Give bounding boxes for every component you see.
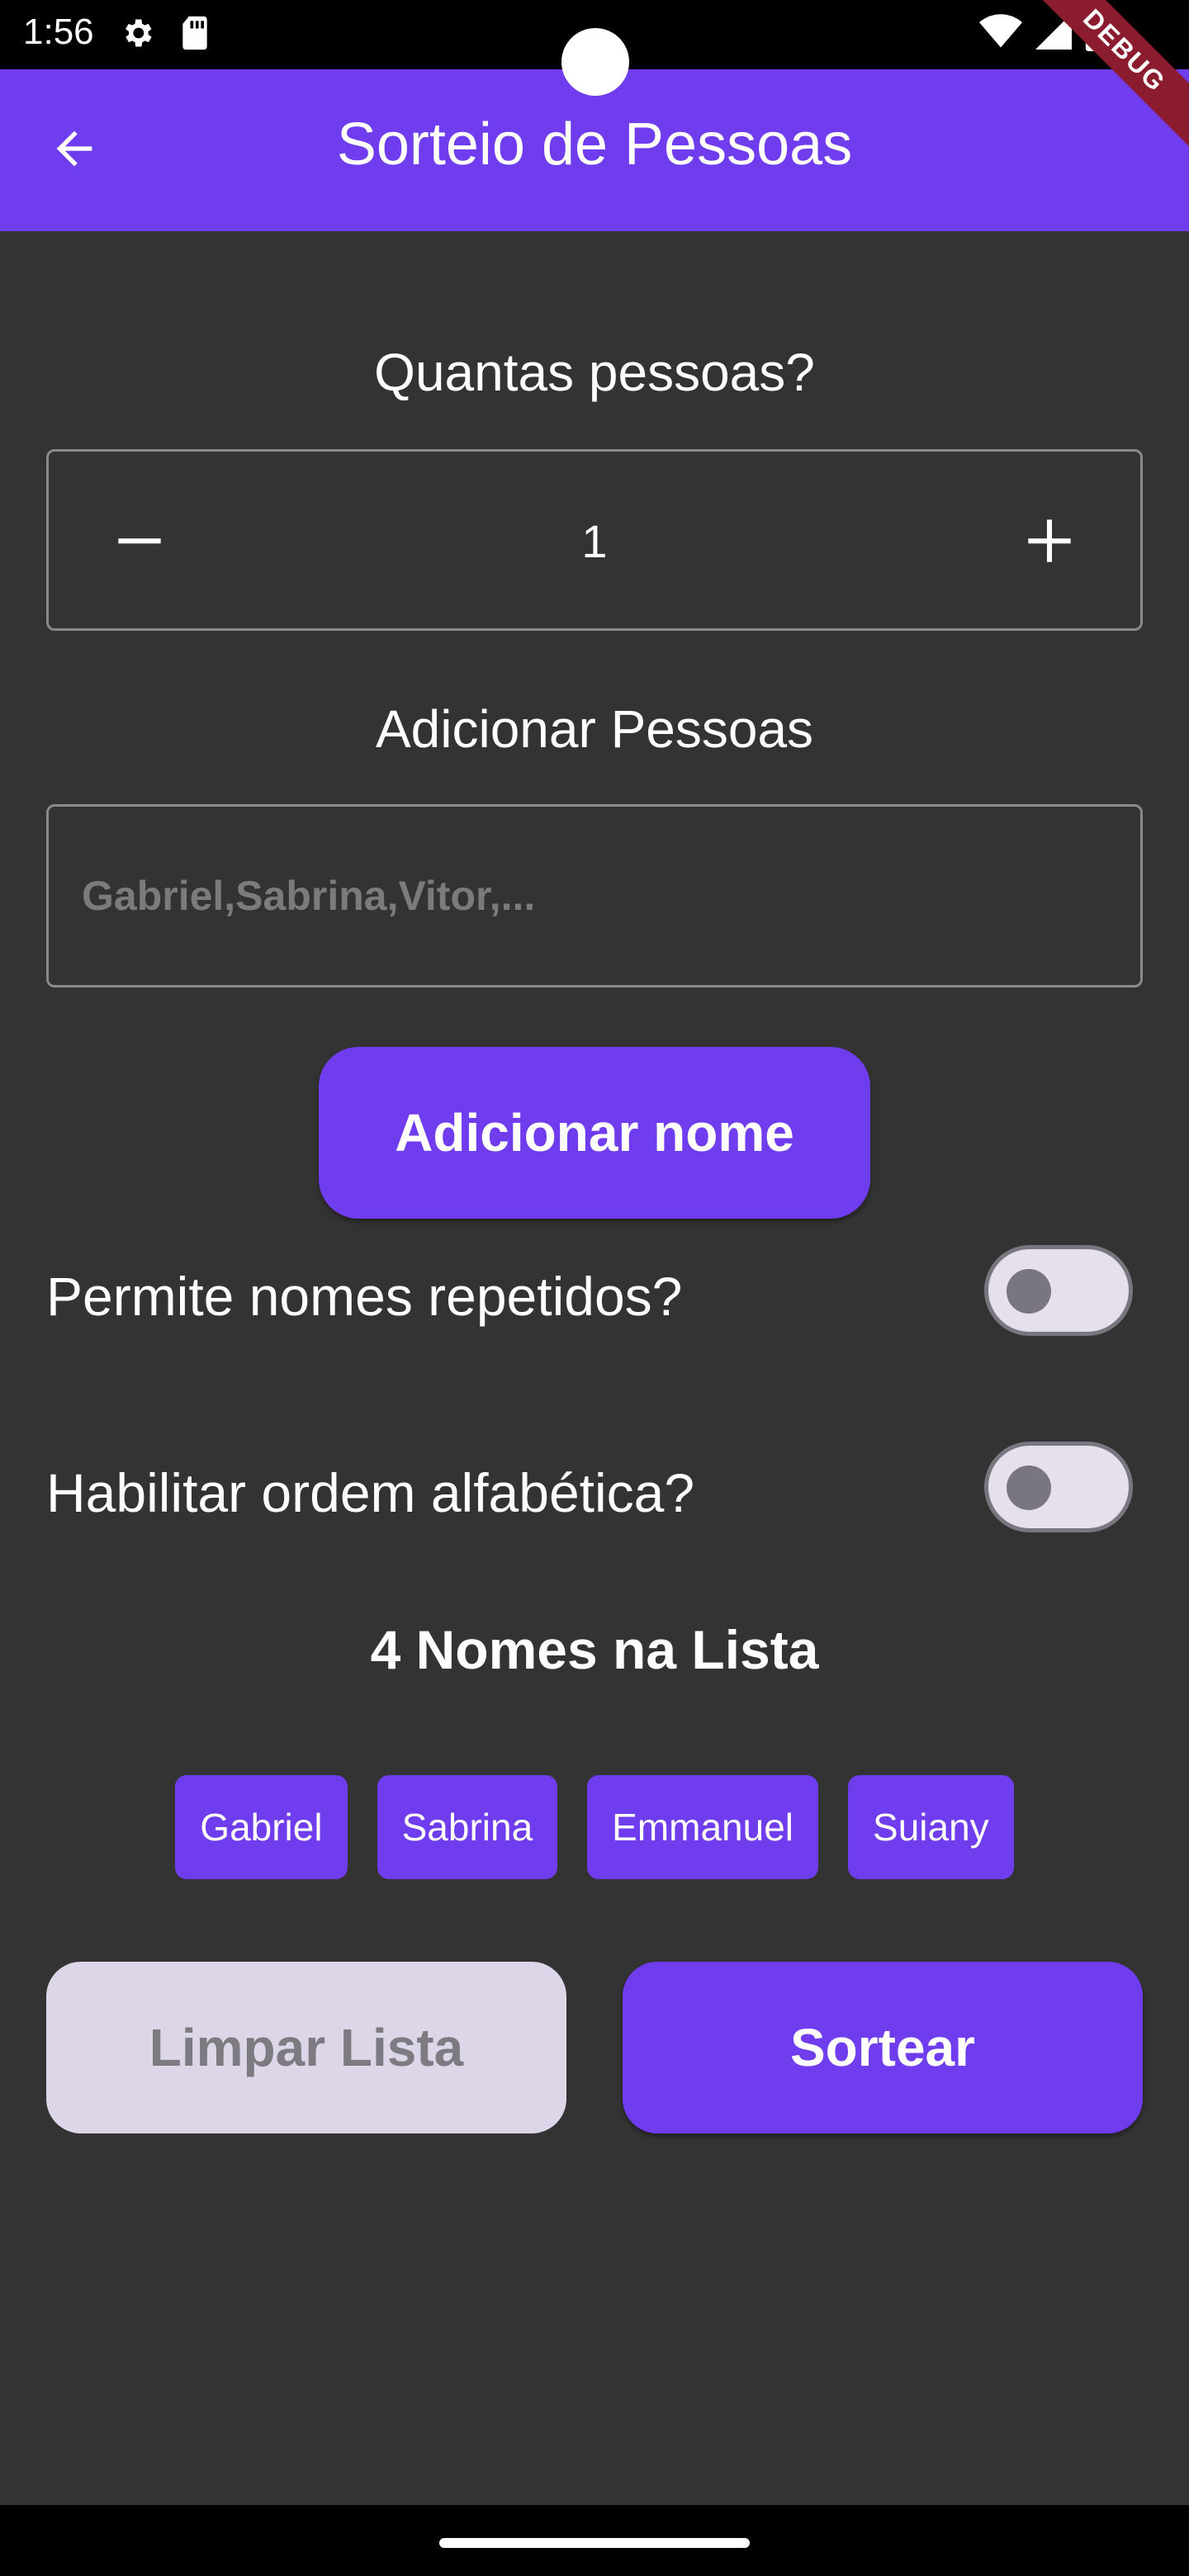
- quantity-stepper: 1: [46, 449, 1143, 631]
- allow-repeated-switch[interactable]: [984, 1245, 1133, 1336]
- increment-button[interactable]: [1008, 501, 1091, 584]
- alphabetical-switch[interactable]: [984, 1442, 1133, 1532]
- allow-repeated-row: Permite nomes repetidos?: [46, 1242, 1143, 1341]
- quantity-heading: Quantas pessoas?: [374, 343, 815, 402]
- add-people-heading: Adicionar Pessoas: [375, 699, 814, 759]
- settings-icon: [119, 15, 155, 55]
- wifi-icon: [979, 13, 1022, 54]
- page-title: Sorteio de Pessoas: [336, 111, 853, 178]
- plus-icon: [1026, 518, 1073, 568]
- home-indicator[interactable]: [439, 2538, 750, 2548]
- clear-list-button[interactable]: Limpar Lista: [46, 1962, 566, 2133]
- allow-repeated-label: Permite nomes repetidos?: [46, 1266, 683, 1327]
- navigation-bar: [0, 2505, 1189, 2576]
- add-name-button[interactable]: Adicionar nome: [319, 1047, 870, 1219]
- camera-cutout: [561, 28, 629, 96]
- sd-card-icon: [178, 15, 211, 55]
- alphabetical-row: Habilitar ordem alfabética?: [46, 1438, 1143, 1537]
- name-chip[interactable]: Suiany: [848, 1775, 1014, 1879]
- switch-knob: [1007, 1269, 1051, 1314]
- draw-button[interactable]: Sortear: [623, 1962, 1143, 2133]
- name-chip[interactable]: Emmanuel: [587, 1775, 819, 1879]
- status-time: 1:56: [23, 12, 94, 52]
- names-count: 4 Nomes na Lista: [370, 1619, 819, 1680]
- status-bar: 1:56: [0, 0, 1189, 96]
- name-chip[interactable]: Sabrina: [377, 1775, 558, 1879]
- name-chip[interactable]: Gabriel: [175, 1775, 348, 1879]
- names-chips: Gabriel Sabrina Emmanuel Suiany: [0, 1775, 1189, 1879]
- names-input[interactable]: [46, 804, 1143, 987]
- alphabetical-label: Habilitar ordem alfabética?: [46, 1462, 695, 1523]
- status-left-icons: [119, 15, 211, 55]
- switch-knob: [1007, 1466, 1051, 1510]
- quantity-value: 1: [581, 515, 608, 567]
